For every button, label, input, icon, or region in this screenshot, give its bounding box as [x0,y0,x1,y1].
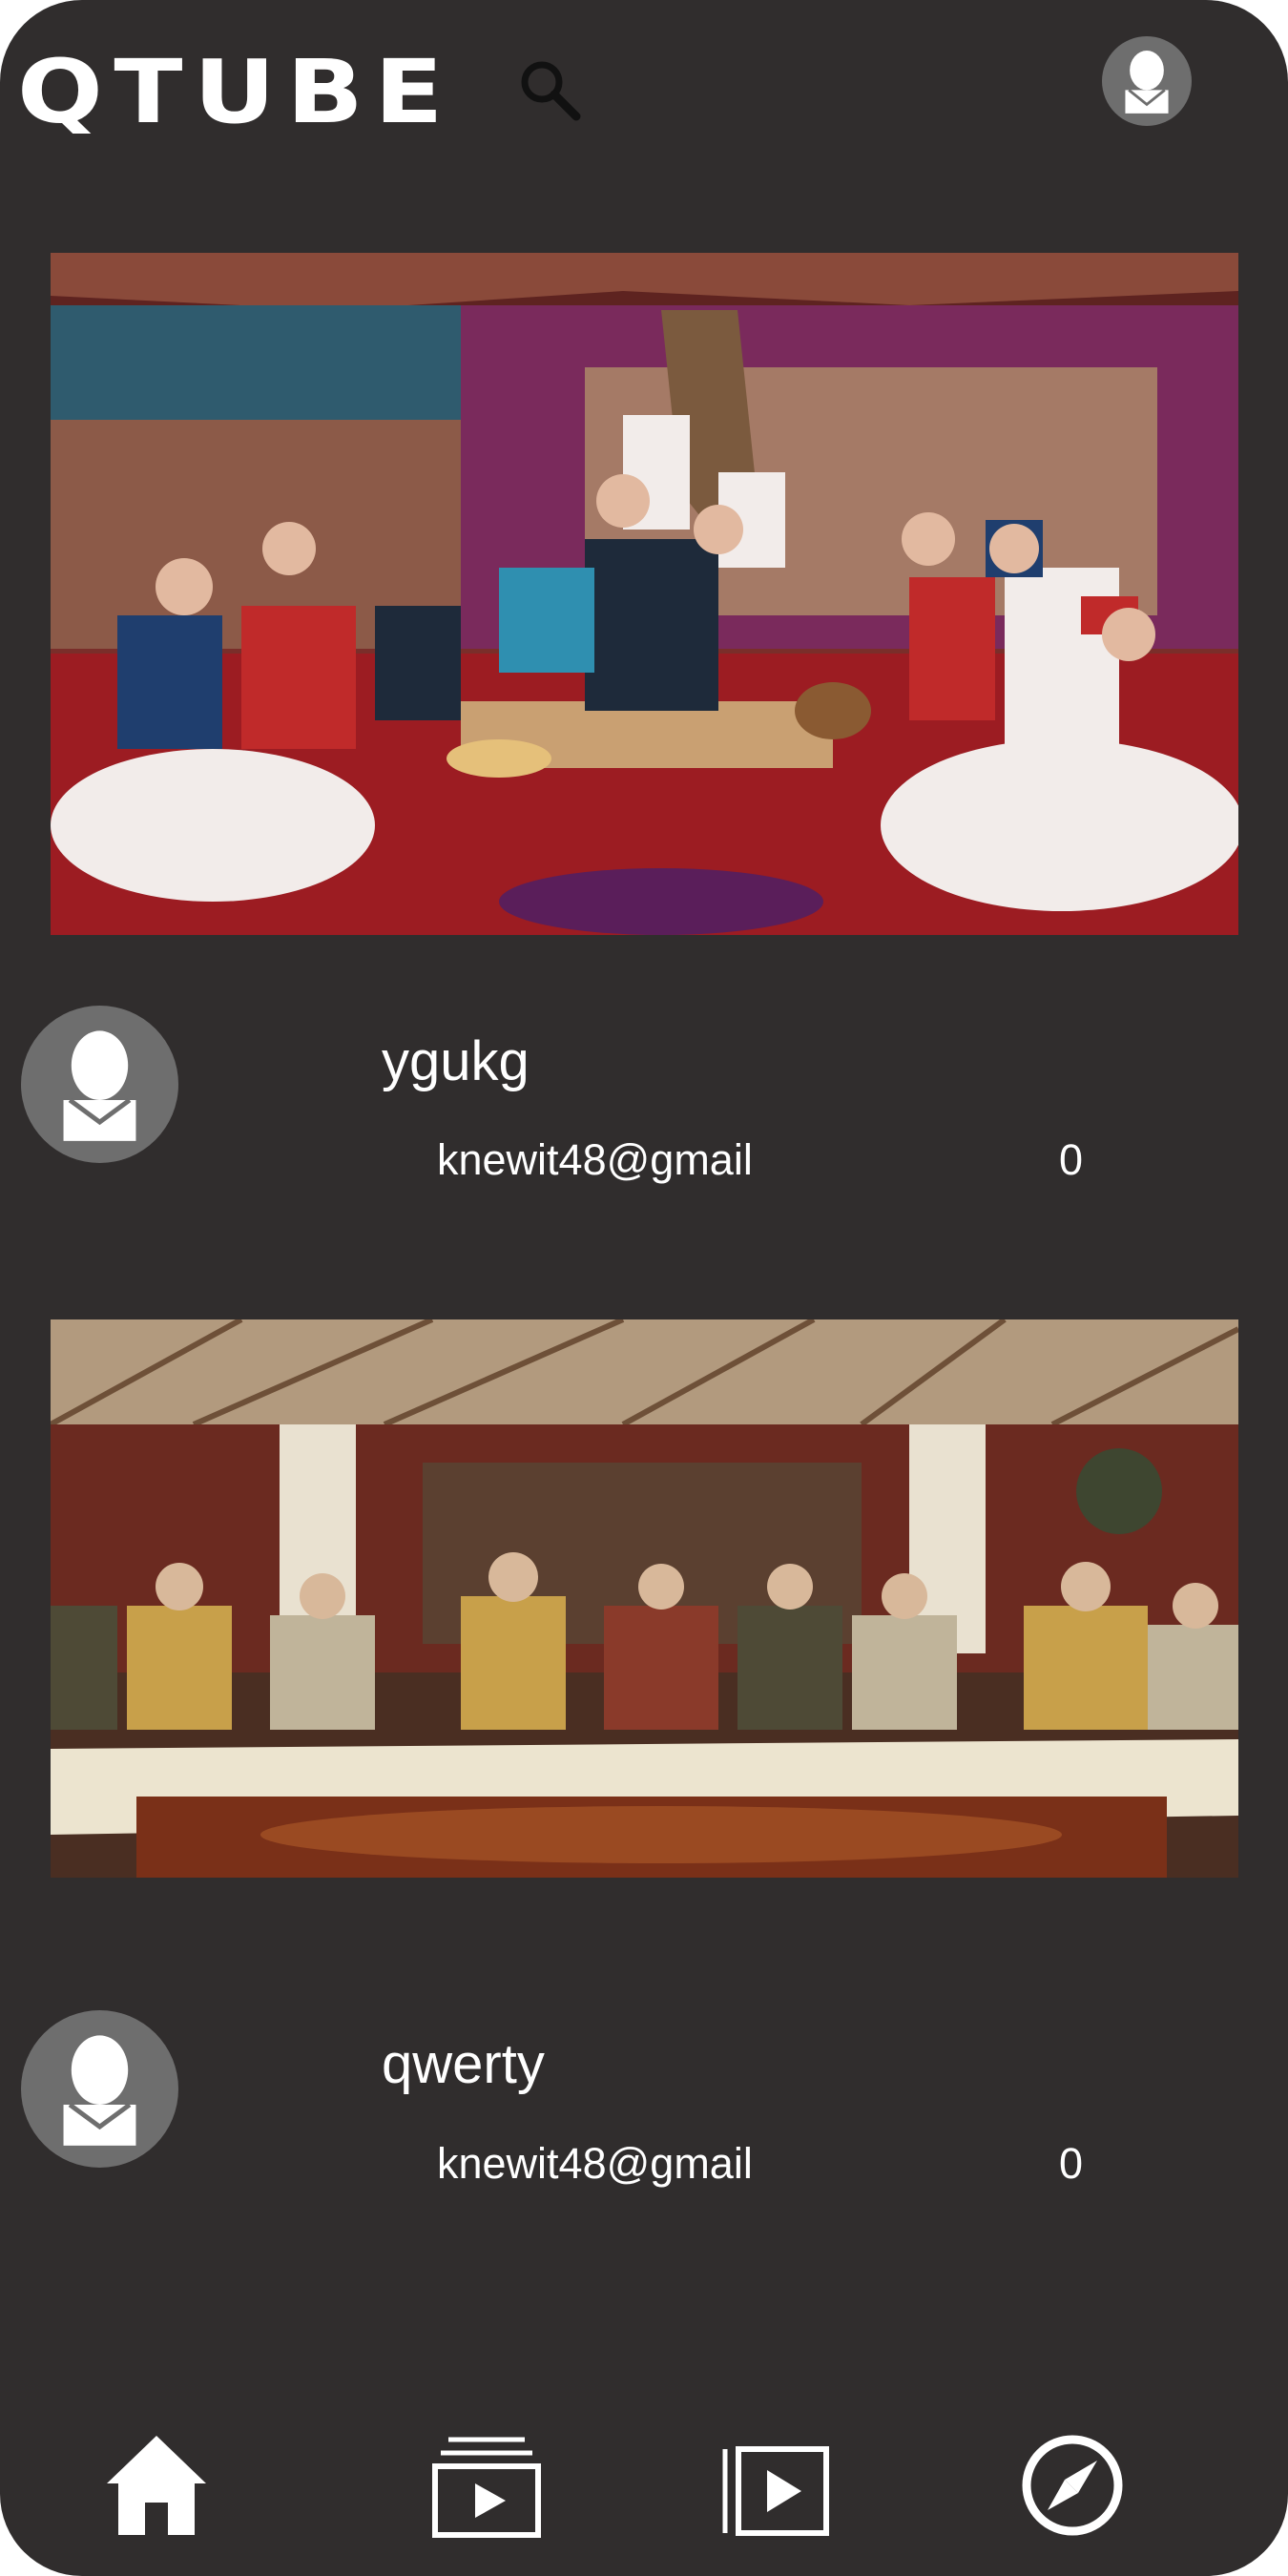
app-screen: QTUBE ygukg knewit48@gmail 0 qwerty knew… [0,0,1288,2576]
channel-avatar[interactable] [21,2010,178,2168]
video-thumbnail[interactable] [51,253,1238,935]
nav-explore-button[interactable] [1015,2428,1130,2543]
library-play-icon [722,2446,829,2536]
profile-button[interactable] [1102,36,1192,126]
video-thumbnail[interactable] [51,1319,1238,1878]
nav-library-button[interactable] [717,2428,832,2543]
search-icon [521,61,581,121]
video-view-count: 0 [1059,1135,1084,1184]
video-title[interactable]: ygukg [382,1034,530,1090]
explore-compass-icon [1022,2435,1123,2536]
video-channel-email: knewit48@gmail [437,2139,753,2188]
user-avatar-icon [1102,36,1192,126]
search-button[interactable] [515,55,582,122]
app-logo-text: QTUBE [17,48,454,134]
channel-avatar[interactable] [21,1006,178,1163]
user-avatar-icon [21,1006,178,1163]
subscriptions-icon [432,2437,541,2538]
video-title[interactable]: qwerty [382,2037,545,2092]
nav-home-button[interactable] [99,2428,214,2543]
home-icon [107,2436,206,2535]
user-avatar-icon [21,2010,178,2168]
video-view-count: 0 [1059,2139,1084,2188]
elders-banquet-in-yurt-photo [51,1319,1238,1878]
app-logo[interactable]: QTUBE [17,41,456,143]
video-channel-email: knewit48@gmail [437,1135,753,1184]
family-feast-in-yurt-photo [51,253,1238,935]
nav-subscriptions-button[interactable] [429,2428,544,2543]
